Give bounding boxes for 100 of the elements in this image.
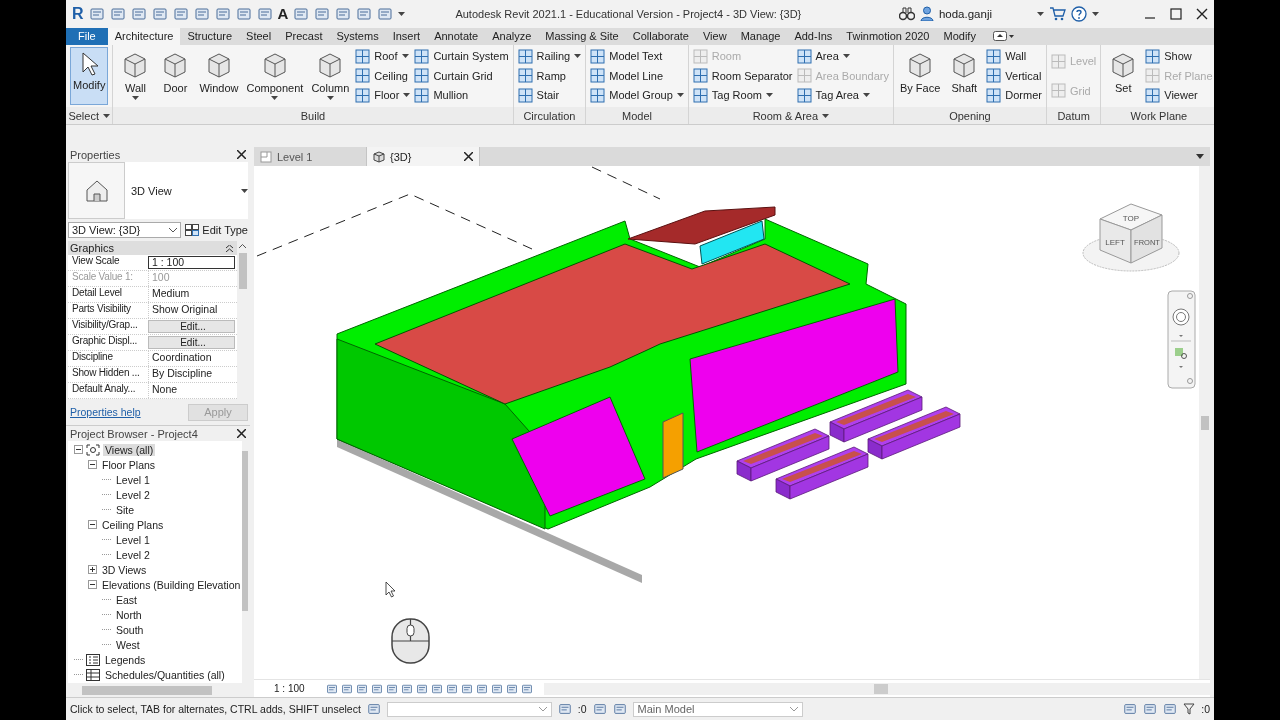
tree-item[interactable]: Views (all) [103, 443, 156, 456]
ribbon-tab[interactable]: Insert [385, 27, 428, 45]
tool-button[interactable]: Tag Room [692, 86, 793, 105]
help-icon[interactable] [1071, 5, 1087, 22]
tool-button[interactable]: Model Group [590, 86, 684, 105]
panel-toggle-icon[interactable] [992, 31, 1015, 42]
ribbon-tab[interactable]: Structure [180, 27, 240, 45]
tool-button[interactable]: Floor [355, 86, 411, 105]
properties-help-link[interactable]: Properties help [70, 406, 141, 419]
tree-item[interactable]: Floor Plans [100, 458, 158, 471]
tool-button[interactable]: Model Line [590, 66, 684, 86]
tree-item[interactable]: Ceiling Plans [100, 518, 166, 531]
building-model-drawing[interactable] [336, 206, 961, 584]
edit-button[interactable]: Edit... [148, 320, 235, 334]
ribbon-tab[interactable]: Add-Ins [787, 27, 840, 45]
scrollbar[interactable] [1199, 166, 1210, 680]
tool-button[interactable]: Roof [355, 47, 411, 66]
tool-button[interactable]: Show [1145, 47, 1213, 66]
tool-button[interactable]: Wall [117, 46, 154, 106]
scroll-thumb[interactable] [238, 253, 247, 290]
tree-item[interactable]: Legends [103, 653, 148, 666]
tree-item[interactable]: Site [114, 503, 137, 516]
tool-button[interactable]: Set [1105, 46, 1142, 106]
tool-button[interactable]: Shaft [946, 46, 983, 106]
ribbon-tab[interactable]: Systems [329, 27, 386, 45]
collapse-icon[interactable] [88, 460, 97, 470]
ribbon-tab[interactable]: Analyze [485, 27, 539, 45]
tool-button[interactable]: Area [796, 47, 889, 66]
property-field[interactable]: 1 : 100 [148, 256, 235, 270]
user-icon[interactable] [919, 6, 934, 22]
user-name[interactable]: hoda.ganji [938, 7, 992, 20]
filter-icon[interactable] [1183, 703, 1196, 716]
tree-item[interactable]: Level 2 [114, 548, 152, 561]
tree-item[interactable]: East [114, 593, 139, 606]
close-icon[interactable] [464, 152, 473, 162]
tool-button[interactable]: Mullion [414, 86, 509, 105]
tree-item[interactable]: North [114, 608, 144, 621]
tool-button[interactable]: Curtain Grid [414, 66, 509, 86]
tool-button[interactable]: Door [157, 46, 194, 106]
navigation-bar[interactable] [1167, 290, 1196, 389]
tool-button[interactable]: Component [244, 46, 306, 106]
tool-button[interactable]: Viewer [1145, 86, 1213, 105]
expand-icon[interactable] [88, 565, 97, 575]
ribbon-tab[interactable]: Collaborate [625, 27, 696, 45]
close-icon[interactable] [1196, 7, 1208, 20]
collapse-icon[interactable] [226, 244, 233, 252]
collapse-icon[interactable] [88, 520, 97, 530]
tool-button[interactable]: Tag Area [796, 86, 889, 105]
caret-icon [401, 54, 409, 59]
ribbon-tab[interactable]: Precast [278, 27, 330, 45]
ribbon-tab[interactable]: Massing & Site [538, 27, 626, 45]
tree-item[interactable]: Level 1 [114, 473, 152, 486]
tool-button[interactable]: Window [197, 46, 241, 106]
view-scale[interactable]: 1 : 100 [274, 683, 305, 695]
grid-icon [796, 88, 812, 103]
tree-item[interactable]: South [114, 623, 146, 636]
tree-item[interactable]: Level 2 [114, 488, 152, 501]
tool-button[interactable]: Curtain System [414, 47, 509, 66]
ribbon-tab[interactable]: View [696, 27, 734, 45]
close-icon[interactable] [237, 150, 246, 160]
tree-item[interactable]: Elevations (Building Elevation [100, 578, 243, 591]
maximize-icon[interactable] [1170, 7, 1182, 20]
app-logo[interactable]: R [72, 4, 84, 23]
tool-button[interactable]: Dormer [986, 86, 1042, 105]
caret-icon [271, 95, 279, 100]
caret-icon[interactable] [1196, 154, 1204, 160]
tool-button[interactable]: Ceiling [355, 66, 411, 86]
edit-type-button[interactable]: Edit Type [185, 224, 248, 237]
tool-button[interactable]: Room Separator [692, 66, 793, 86]
scrollbar[interactable] [543, 682, 1210, 695]
view-selector[interactable]: 3D View: {3D} [68, 222, 182, 239]
model-dropdown[interactable]: Main Model [632, 701, 803, 717]
ribbon-tab[interactable]: Modify [936, 27, 983, 45]
tree-item[interactable]: 3D Views [100, 563, 149, 576]
close-icon[interactable] [237, 429, 246, 439]
ribbon-tab[interactable]: Manage [733, 27, 788, 45]
tree-item[interactable]: West [114, 638, 142, 651]
tool-button[interactable]: Column [309, 46, 352, 106]
text-tool[interactable]: A [277, 5, 289, 23]
tool-button[interactable]: By Face [897, 46, 943, 106]
document-tab[interactable]: {3D} [367, 147, 480, 167]
tool-button[interactable]: Railing [517, 47, 582, 66]
tool-button[interactable]: Model Text [590, 47, 684, 66]
ribbon-tab[interactable]: Annotate [427, 27, 486, 45]
ribbon-tab[interactable]: Steel [239, 27, 279, 45]
tool-button[interactable]: Stair [517, 86, 582, 105]
collapse-icon[interactable] [88, 580, 97, 590]
document-tab[interactable]: Level 1 [254, 147, 367, 167]
binoculars-icon[interactable] [898, 6, 915, 21]
tool-button[interactable]: Modify [70, 46, 109, 106]
tool-button[interactable]: Vertical [986, 66, 1042, 86]
tree-item[interactable]: Level 1 [114, 533, 152, 546]
collapse-icon[interactable] [74, 445, 83, 455]
tree-item[interactable]: Schedules/Quantities (all) [103, 668, 227, 681]
cart-icon[interactable] [1049, 6, 1066, 22]
edit-button[interactable]: Edit... [148, 336, 235, 350]
grid-icon [355, 68, 371, 84]
ribbon-tab[interactable]: Twinmotion 2020 [839, 27, 937, 45]
tool-button[interactable]: Ramp [517, 66, 582, 86]
tool-button[interactable]: Wall [986, 47, 1042, 66]
